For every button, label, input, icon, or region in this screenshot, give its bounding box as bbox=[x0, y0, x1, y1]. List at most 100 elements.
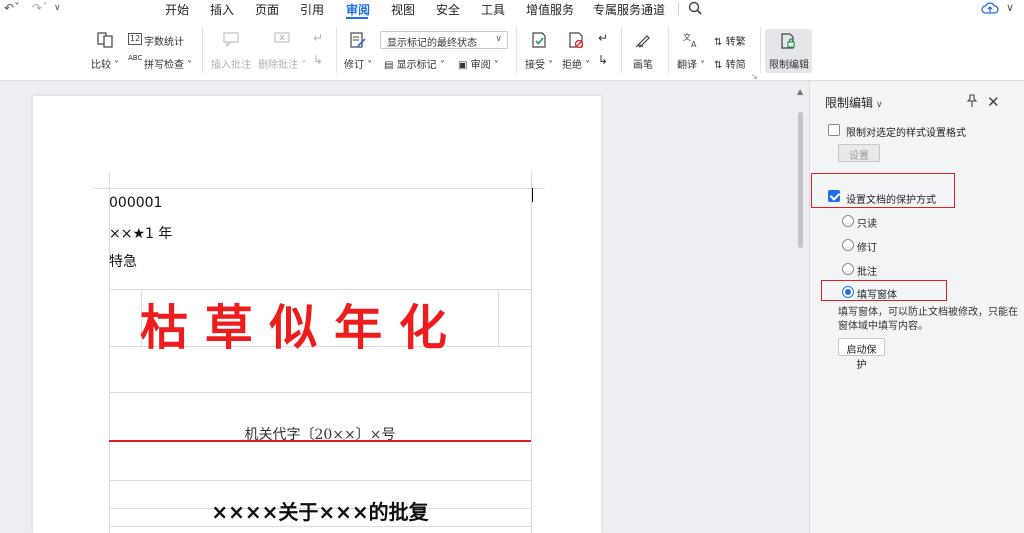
next-comment-icon[interactable]: ↳ bbox=[313, 53, 323, 67]
accept-icon bbox=[532, 32, 546, 48]
next-change-icon[interactable]: ↳ bbox=[598, 53, 608, 67]
to-simplified-icon: ⇅ bbox=[714, 60, 723, 71]
radio-fill-in-forms-label: 填写窗体 bbox=[857, 290, 897, 301]
accept-button[interactable]: 接受 ˅ bbox=[525, 56, 553, 71]
urgency-level[interactable]: 特急 bbox=[109, 251, 137, 271]
protect-method-checkbox[interactable] bbox=[828, 190, 840, 202]
restrict-edit-panel: 限制编辑 ∨ ✕ 限制对选定的样式设置格式 设置 设置文档的保护方式 只读 修订 … bbox=[809, 81, 1024, 533]
translate-icon: 文 A bbox=[683, 32, 697, 49]
display-state-select[interactable]: 显示标记的最终状态 ∨ bbox=[380, 31, 508, 49]
secret-level[interactable]: ××★1 年 bbox=[109, 223, 172, 243]
ribbon-divider bbox=[760, 27, 761, 73]
radio-read-only-label: 只读 bbox=[857, 219, 877, 230]
menu-bar: ↶ˇ ↷ˇ ∨ 开始 插入 页面 引用 审阅 视图 安全 工具 增值服务 专属服… bbox=[0, 0, 1024, 19]
compare-button[interactable]: 比较 ˅ bbox=[91, 56, 119, 71]
tab-exclusive-service[interactable]: 专属服务通道 bbox=[593, 1, 665, 18]
scroll-up-icon[interactable]: ▲ bbox=[797, 87, 803, 96]
radio-track-changes-label: 修订 bbox=[857, 243, 877, 254]
show-markup-icon: ▤ bbox=[384, 60, 394, 71]
delete-comment-button[interactable]: 删除批注 ˅ bbox=[258, 56, 306, 71]
ribbon-divider bbox=[621, 27, 622, 73]
limit-format-label: 限制对选定的样式设置格式 bbox=[846, 128, 966, 139]
delete-comment-icon bbox=[274, 32, 290, 43]
previous-change-icon[interactable]: ↵ bbox=[598, 31, 608, 45]
group-expand-icon[interactable]: ↘ bbox=[751, 72, 758, 81]
ribbon-divider bbox=[668, 27, 669, 73]
insert-comment-icon bbox=[223, 32, 239, 47]
serial-number[interactable]: 000001 bbox=[109, 195, 162, 211]
svg-text:A: A bbox=[691, 40, 697, 49]
table-border bbox=[109, 392, 531, 393]
reject-button[interactable]: 拒绝 ˅ bbox=[562, 56, 590, 71]
svg-text:文: 文 bbox=[683, 32, 691, 42]
radio-track-changes[interactable] bbox=[842, 239, 854, 251]
radio-read-only[interactable] bbox=[842, 215, 854, 227]
review-pane-label: 审阅 bbox=[470, 60, 491, 71]
tab-review[interactable]: 审阅 bbox=[346, 1, 370, 18]
text-cursor bbox=[532, 188, 533, 202]
previous-comment-icon[interactable]: ↵ bbox=[313, 31, 323, 45]
reply-title[interactable]: ××××关于×××的批复 bbox=[109, 496, 531, 525]
tab-home[interactable]: 开始 bbox=[165, 1, 189, 18]
close-icon[interactable]: ✕ bbox=[987, 93, 1000, 111]
chevron-down-icon: ∨ bbox=[495, 34, 502, 44]
reject-icon bbox=[569, 32, 584, 49]
display-state-value: 显示标记的最终状态 bbox=[387, 38, 477, 49]
limit-format-checkbox[interactable] bbox=[828, 124, 840, 136]
spell-check-label: 拼写检查 bbox=[144, 60, 184, 71]
tab-security[interactable]: 安全 bbox=[436, 1, 460, 18]
tab-references[interactable]: 引用 bbox=[300, 1, 324, 18]
word-count-icon: 12 bbox=[128, 33, 143, 45]
word-count-button[interactable]: 字数统计 bbox=[144, 33, 184, 48]
panel-title[interactable]: 限制编辑 ∨ bbox=[825, 94, 883, 111]
pen-icon bbox=[635, 35, 650, 48]
to-traditional-button[interactable]: ⇅ 转繁 bbox=[714, 33, 746, 48]
track-changes-button[interactable]: 修订 ˅ bbox=[344, 56, 372, 71]
pin-icon[interactable] bbox=[965, 94, 979, 108]
radio-comments[interactable] bbox=[842, 263, 854, 275]
to-traditional-icon: ⇅ bbox=[714, 37, 723, 48]
redo-icon[interactable]: ↷ˇ bbox=[32, 1, 48, 15]
compare-icon[interactable] bbox=[96, 31, 114, 49]
ribbon-toolbar: 比较 ˅ 12 字数统计 ABC 拼写检查 ˅ 插入批注 删除批注 ˅ ↵ ↳ … bbox=[0, 19, 1024, 81]
show-markup-button[interactable]: ▤ 显示标记 ˅ bbox=[384, 56, 445, 71]
table-border bbox=[531, 172, 532, 533]
track-changes-label: 修订 bbox=[344, 60, 364, 71]
radio-comments-label: 批注 bbox=[857, 267, 877, 278]
pen-button[interactable]: 画笔 bbox=[633, 56, 653, 71]
document-page[interactable]: 000001 ××★1 年 特急 枯 草 似 年 化 机关代字〔20××〕×号 … bbox=[33, 96, 601, 533]
to-simplified-button[interactable]: ⇅ 转简 bbox=[714, 56, 746, 71]
restrict-edit-label: 限制编辑 bbox=[769, 60, 809, 71]
quick-access-chevron-icon[interactable]: ∨ bbox=[54, 3, 61, 13]
accept-label: 接受 bbox=[525, 60, 545, 71]
compare-label: 比较 bbox=[91, 60, 111, 71]
settings-button[interactable]: 设置 bbox=[838, 144, 880, 162]
insert-comment-button[interactable]: 插入批注 bbox=[211, 56, 251, 71]
collapse-ribbon-chevron-icon[interactable]: ∨ bbox=[1006, 1, 1014, 14]
review-pane-button[interactable]: ▣ 审阅 ˅ bbox=[458, 56, 499, 71]
spell-check-button[interactable]: 拼写检查 ˅ bbox=[144, 56, 192, 71]
protection-description: 填写窗体，可以防止文档被修改，只能在窗体域中填写内容。 bbox=[838, 307, 1018, 332]
translate-button[interactable]: 翻译 ˅ bbox=[677, 56, 705, 71]
restrict-edit-icon bbox=[781, 33, 795, 49]
search-icon[interactable] bbox=[688, 1, 702, 15]
translate-label: 翻译 bbox=[677, 60, 697, 71]
document-area: 000001 ××★1 年 特急 枯 草 似 年 化 机关代字〔20××〕×号 … bbox=[0, 81, 808, 533]
ribbon-divider bbox=[202, 27, 203, 73]
tab-tools[interactable]: 工具 bbox=[481, 1, 505, 18]
undo-icon[interactable]: ↶ˇ bbox=[4, 1, 20, 15]
tab-view[interactable]: 视图 bbox=[391, 1, 415, 18]
spell-check-icon: ABC bbox=[128, 54, 143, 62]
red-header-title[interactable]: 枯 草 似 年 化 bbox=[140, 288, 504, 358]
to-simplified-label: 转简 bbox=[725, 60, 746, 71]
tab-value-added-services[interactable]: 增值服务 bbox=[526, 1, 574, 18]
start-protection-button[interactable]: 启动保护 bbox=[838, 338, 885, 371]
tab-page[interactable]: 页面 bbox=[255, 1, 279, 18]
tab-insert[interactable]: 插入 bbox=[210, 1, 234, 18]
table-border bbox=[109, 480, 531, 481]
cloud-upload-icon[interactable] bbox=[981, 0, 999, 16]
reject-label: 拒绝 bbox=[562, 60, 582, 71]
scrollbar-thumb[interactable] bbox=[798, 112, 803, 248]
protect-method-label: 设置文档的保护方式 bbox=[846, 195, 936, 206]
radio-fill-in-forms[interactable] bbox=[842, 286, 854, 298]
